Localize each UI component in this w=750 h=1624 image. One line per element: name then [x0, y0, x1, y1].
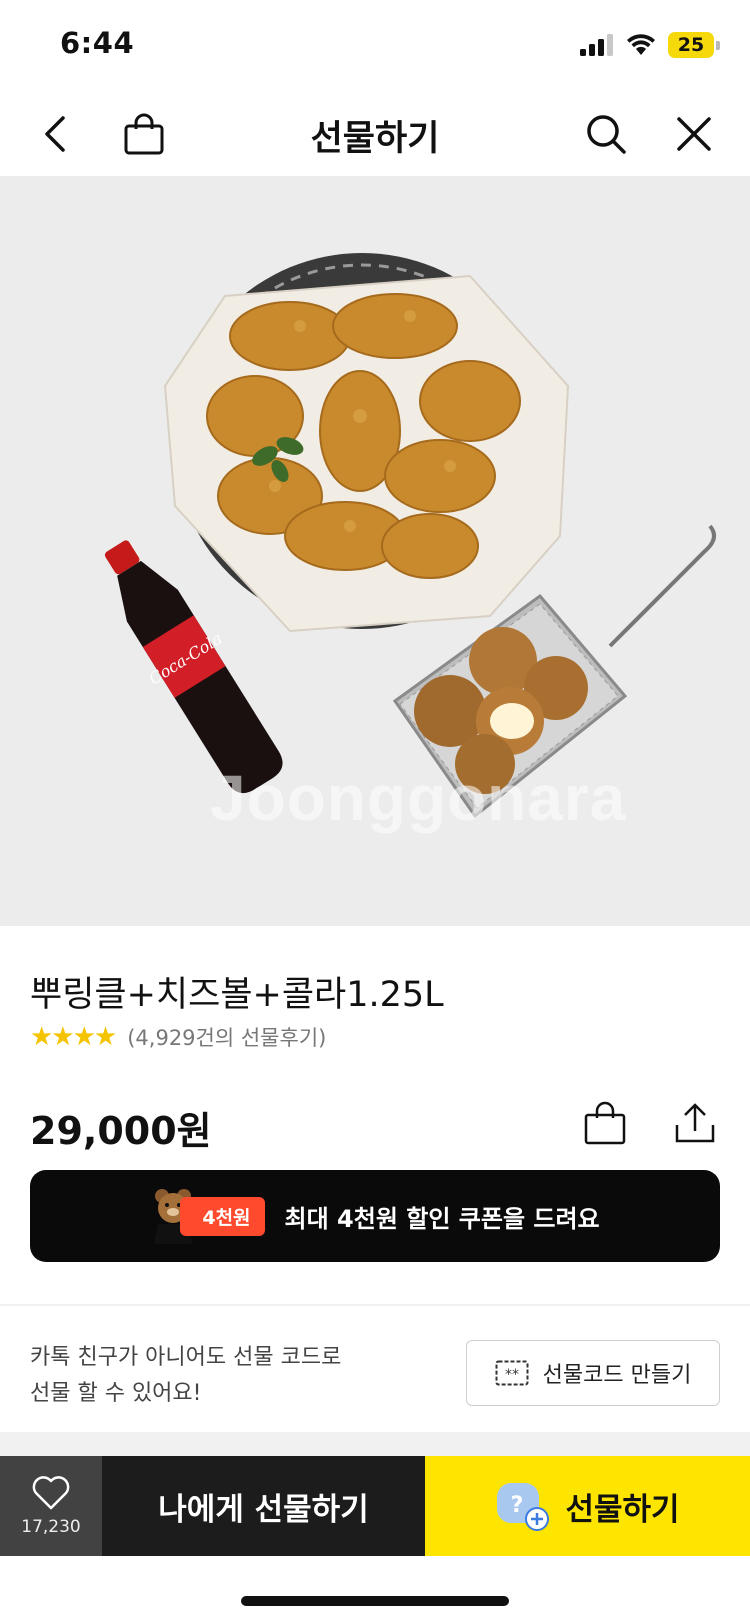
- rating-row[interactable]: ★★★★ (4,929건의 선물후기): [30, 1022, 326, 1052]
- status-icons: 25: [580, 32, 720, 58]
- product-price: 29,000원: [30, 1109, 212, 1153]
- heart-icon: [32, 1476, 70, 1510]
- status-time: 6:44: [60, 26, 135, 60]
- battery-level: 25: [668, 32, 714, 58]
- create-gift-code-button[interactable]: ** 선물코드 만들기: [466, 1340, 720, 1406]
- coupon-banner[interactable]: 4천원 최대 4천원 할인 쿠폰을 드려요: [30, 1170, 720, 1262]
- price-actions: [580, 1098, 720, 1148]
- page-title: 선물하기: [310, 119, 440, 159]
- review-count: (4,929건의 선물후기): [127, 1026, 327, 1050]
- gift-code-description: 카톡 친구가 아니어도 선물 코드로 선물 할 수 있어요!: [30, 1340, 341, 1412]
- add-to-cart-button[interactable]: [580, 1098, 630, 1148]
- close-icon: [677, 117, 711, 151]
- star-rating-icon: ★★★★: [30, 1022, 117, 1052]
- home-indicator[interactable]: [241, 1596, 509, 1606]
- svg-text:?: ?: [511, 1493, 524, 1518]
- close-button[interactable]: [666, 106, 722, 162]
- section-divider: [0, 1432, 750, 1456]
- create-gift-code-label: 선물코드 만들기: [542, 1363, 692, 1388]
- coupon-badge: 4천원: [150, 1186, 265, 1246]
- send-gift-label: 선물하기: [565, 1491, 680, 1528]
- wishlist-count: 17,230: [21, 1517, 81, 1537]
- send-gift-button[interactable]: ? 선물하기: [425, 1456, 750, 1556]
- shopping-bag-icon: [584, 1101, 626, 1145]
- wifi-icon: [627, 34, 655, 55]
- search-icon: [587, 115, 626, 154]
- coupon-amount: 4천원: [180, 1196, 265, 1236]
- battery-icon: 25: [668, 32, 720, 58]
- coupon-text: 최대 4천원 할인 쿠폰을 드려요: [284, 1204, 600, 1233]
- bottom-action-bar: 17,230 나에게 선물하기 ? 선물하기: [0, 1456, 750, 1556]
- search-button[interactable]: [578, 106, 634, 162]
- ticket-icon: **: [495, 1360, 529, 1386]
- gift-to-self-button[interactable]: 나에게 선물하기: [102, 1456, 425, 1556]
- product-image: Coca-Cola Joonggonara: [0, 176, 750, 926]
- gift-code-desc-line1: 카톡 친구가 아니어도 선물 코드로: [30, 1345, 342, 1370]
- gift-code-desc-line2: 선물 할 수 있어요!: [30, 1381, 202, 1406]
- signal-icon: [580, 34, 613, 56]
- share-icon: [675, 1103, 715, 1143]
- watermark-text: Joonggonara: [210, 762, 627, 834]
- status-bar: 6:44 25: [0, 0, 750, 92]
- app-header: 선물하기: [0, 92, 750, 176]
- svg-text:**: **: [505, 1367, 519, 1383]
- divider: [0, 1304, 750, 1306]
- product-name: 뿌링클+치즈볼+콜라1.25L: [30, 975, 444, 1015]
- share-button[interactable]: [670, 1098, 720, 1148]
- gift-friend-icon: ?: [497, 1483, 550, 1531]
- wishlist-button[interactable]: 17,230: [0, 1456, 102, 1556]
